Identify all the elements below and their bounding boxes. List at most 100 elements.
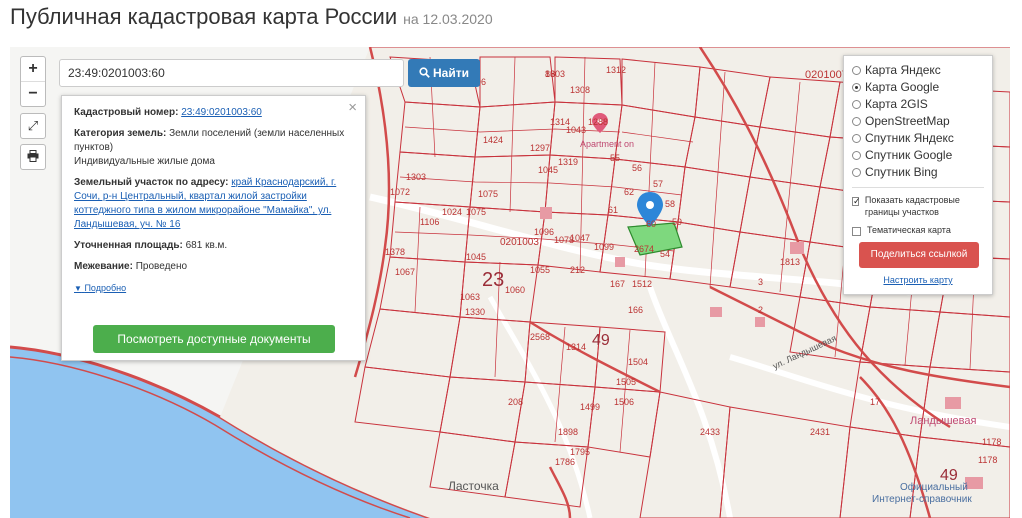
parcel-number-label: 2568 xyxy=(530,332,551,342)
thematic-map-label: Тематическая карта xyxy=(867,225,951,235)
parcel-number-label: 1795 xyxy=(570,447,591,457)
print-button[interactable] xyxy=(20,144,46,170)
basemap-option-label: OpenStreetMap xyxy=(865,114,950,128)
basemap-option[interactable]: Спутник Bing xyxy=(852,164,984,181)
zoom-in-button[interactable]: + xyxy=(21,57,45,81)
place-label: Ласточка xyxy=(448,479,499,493)
share-link-button[interactable]: Поделиться ссылкой xyxy=(859,242,979,268)
parcel-number-label: 1024 xyxy=(442,207,463,217)
address-label: Земельный участок по адресу: xyxy=(74,177,229,188)
search-input[interactable] xyxy=(59,59,404,87)
search-button-label: Найти xyxy=(433,66,469,80)
cadastral-label: Кадастровый номер: xyxy=(74,107,179,118)
parcel-number-label: 1063 xyxy=(460,292,481,302)
expand-icon: ⤢ xyxy=(27,118,39,133)
parcel-number-label: 1047 xyxy=(570,233,591,243)
land-use-value: Индивидуальные жилые дома xyxy=(74,156,215,167)
parcel-number-label: 1505 xyxy=(616,377,637,387)
radio-icon xyxy=(852,117,861,126)
parcel-number-label: 1099 xyxy=(594,242,615,252)
parcel-number-label: 1067 xyxy=(395,267,416,277)
parcel-number-label: 1096 xyxy=(534,227,555,237)
parcel-number-label: 208 xyxy=(508,397,524,407)
parcel-number-label: 1178 xyxy=(978,455,998,465)
parcel-number-label: 2431 xyxy=(810,427,831,437)
poi-label: Интернет-справочник xyxy=(872,494,972,505)
parcel-number-label: 86 xyxy=(545,69,556,79)
thematic-map-checkbox[interactable]: Тематическая карта xyxy=(852,224,984,236)
layers-panel: Карта Яндекс Карта Google Карта 2GIS OpenSt… xyxy=(843,55,993,295)
parcel-info-popup: × Кадастровый номер: 23:49:0201003:60 Ка… xyxy=(61,95,366,361)
zone-label: 49 xyxy=(592,332,610,349)
parcel-number-label: 1512 xyxy=(632,279,653,289)
parcel-number-label: 1506 xyxy=(614,397,635,407)
parcel-number-label: 1314 xyxy=(566,342,587,352)
basemap-option[interactable]: Спутник Google xyxy=(852,147,984,164)
basemap-option-label: Спутник Google xyxy=(865,148,953,162)
parcel-number-label: 1075 xyxy=(478,189,499,199)
cadastral-row: Кадастровый номер: 23:49:0201003:60 xyxy=(74,106,353,120)
area-row: Уточненная площадь: 681 кв.м. xyxy=(74,239,353,253)
parcel-number-label: 1288 xyxy=(588,117,609,127)
parcel-number-label: 3 xyxy=(758,277,764,287)
parcel-number-label: 1308 xyxy=(570,85,591,95)
area-label: Уточненная площадь: xyxy=(74,240,183,251)
parcel-number-label: 59 xyxy=(672,217,683,227)
search-button[interactable]: Найти xyxy=(408,59,480,87)
fullscreen-button[interactable]: ⤢ xyxy=(20,113,46,139)
map-canvas[interactable]: 0201003 0201007 23 49 49 Ласточка Ландыш… xyxy=(10,47,1010,518)
parcel-number-label: 1055 xyxy=(530,265,551,275)
basemap-option[interactable]: Карта Яндекс xyxy=(852,62,984,79)
basemap-option[interactable]: Карта 2GIS xyxy=(852,96,984,113)
view-documents-button[interactable]: Посмотреть доступные документы xyxy=(93,325,335,353)
parcel-number-label: 1813 xyxy=(780,257,801,267)
layers-divider xyxy=(852,187,984,188)
parcel-number-label: 167 xyxy=(610,279,626,289)
zone-label: 23 xyxy=(482,269,505,291)
configure-map-link[interactable]: Настроить карту xyxy=(852,275,984,285)
page-title-text: Публичная кадастровая карта России xyxy=(10,4,398,29)
details-link[interactable]: ▼ Подробно xyxy=(74,281,353,296)
basemap-options: Карта Яндекс Карта Google Карта 2GIS OpenSt… xyxy=(852,62,984,181)
poi-label: Apartment on xyxy=(580,139,635,149)
parcel-number-label: 54 xyxy=(660,249,671,259)
basemap-option[interactable]: Карта Google xyxy=(852,79,984,96)
basemap-option-label: Карта Google xyxy=(865,80,940,94)
parcel-number-label: 56 xyxy=(632,163,643,173)
cadastral-number-link[interactable]: 23:49:0201003:60 xyxy=(181,107,262,118)
parcel-number-label: 1499 xyxy=(580,402,601,412)
radio-icon xyxy=(852,134,861,143)
parcel-number-label: 61 xyxy=(608,205,619,215)
parcel-number-label: 57 xyxy=(653,179,664,189)
parcel-number-label: 1072 xyxy=(390,187,411,197)
place-label: Ландышевая xyxy=(910,415,977,427)
parcel-number-label: 1043 xyxy=(566,125,587,135)
radio-icon xyxy=(852,168,861,177)
parcel-number-label: 2 xyxy=(758,305,764,315)
page-date: на 12.03.2020 xyxy=(403,11,493,27)
printer-icon xyxy=(27,150,39,162)
basemap-option[interactable]: Спутник Яндекс xyxy=(852,130,984,147)
parcel-number-label: 58 xyxy=(665,199,676,209)
parcel-number-label: 1378 xyxy=(385,247,406,257)
close-icon[interactable]: × xyxy=(348,100,357,115)
parcel-number-label: 1045 xyxy=(538,165,559,175)
zoom-out-button[interactable]: − xyxy=(21,81,45,106)
poi-label: Официальный xyxy=(900,482,968,493)
parcel-number-label: 1060 xyxy=(505,285,526,295)
basemap-option-label: Спутник Bing xyxy=(865,165,938,179)
show-borders-checkbox[interactable]: Показать кадастровые границы участков xyxy=(852,194,984,218)
show-borders-label: Показать кадастровые границы участков xyxy=(864,195,960,217)
address-row: Земельный участок по адресу: край Красно… xyxy=(74,176,353,232)
parcel-number-label: 1297 xyxy=(530,143,551,153)
category-label: Категория земель: xyxy=(74,128,167,139)
survey-value: Проведено xyxy=(135,261,188,272)
parcel-number-label: 1898 xyxy=(558,427,579,437)
radio-icon xyxy=(852,100,861,109)
checkbox-unchecked-icon xyxy=(852,227,861,236)
quarter-label: 0201007 xyxy=(805,69,848,81)
parcel-number-label: 1045 xyxy=(466,252,487,262)
parcel-number-label: 1303 xyxy=(406,172,427,182)
basemap-option[interactable]: OpenStreetMap xyxy=(852,113,984,130)
caret-down-icon: ▼ xyxy=(74,284,82,293)
